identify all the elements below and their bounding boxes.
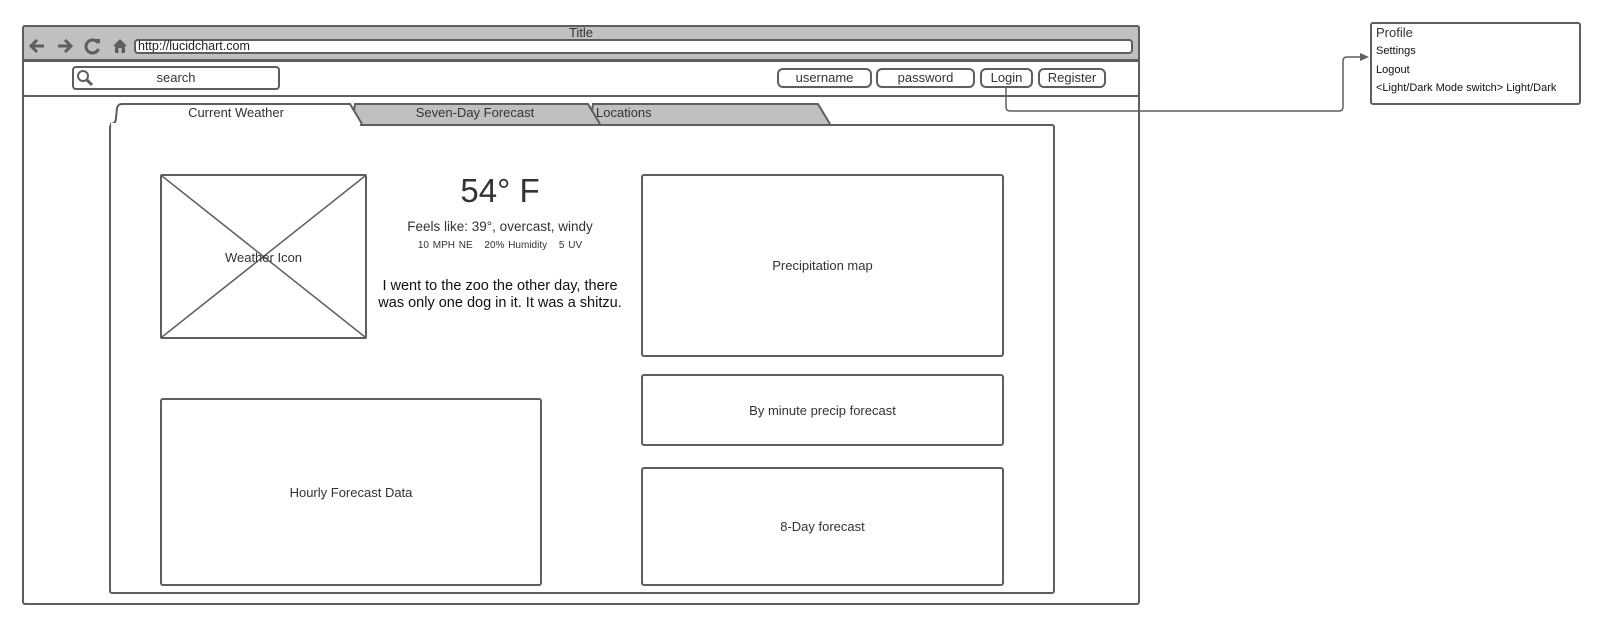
active-tab-gap (111, 123, 360, 126)
tab-locations[interactable]: Locations (596, 105, 656, 120)
by-minute-forecast-label: By minute precip forecast (749, 402, 896, 418)
humidity: 20% Humidity (484, 240, 548, 251)
profile-menu-theme-toggle[interactable]: <Light/Dark Mode switch> Light/Dark (1376, 82, 1556, 94)
hourly-forecast-panel: Hourly Forecast Data (160, 398, 542, 586)
feels-like: Feels like: 39°, overcast, windy (407, 219, 593, 234)
eight-day-forecast-label: 8-Day forecast (780, 519, 865, 534)
weather-icon-placeholder: Weather Icon (160, 174, 367, 339)
hourly-forecast-label: Hourly Forecast Data (289, 484, 413, 500)
profile-menu-settings[interactable]: Settings (1376, 45, 1416, 57)
uv-index: 5 UV (558, 240, 583, 251)
login-profile-connector (1005, 56, 1362, 112)
weather-icon-label: Weather Icon (224, 250, 303, 265)
profile-menu-logout[interactable]: Logout (1376, 64, 1410, 76)
joke-text: I went to the zoo the other day, there w… (378, 278, 622, 311)
weather-stats: 10 MPH NE 20% Humidity 5 UV (380, 240, 620, 251)
profile-menu-title[interactable]: Profile (1376, 25, 1413, 40)
connector-arrowhead (1360, 53, 1369, 61)
eight-day-forecast-panel: 8-Day forecast (641, 467, 1004, 586)
wind-speed: 10 MPH NE (417, 240, 473, 251)
temperature: 54° F (460, 172, 540, 209)
tab-seven-day-forecast[interactable]: Seven-Day Forecast (360, 105, 590, 120)
precipitation-map-label: Precipitation map (772, 258, 873, 273)
precipitation-map-panel: Precipitation map (641, 174, 1004, 357)
tab-current-weather[interactable]: Current Weather (120, 105, 352, 120)
by-minute-forecast-panel: By minute precip forecast (641, 374, 1004, 446)
